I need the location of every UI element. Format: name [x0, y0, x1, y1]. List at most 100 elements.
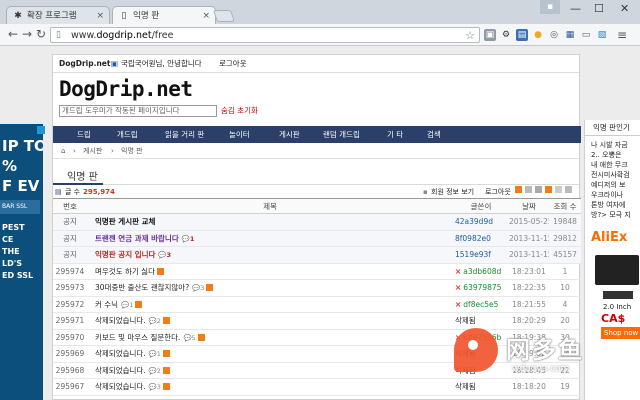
table-row[interactable]: 공지 익명판 공지 입니다 💬3 1519e93f 2013-11-15 45157: [53, 246, 581, 264]
comment-count[interactable]: 💬3: [149, 383, 161, 391]
extension-icon-5[interactable]: ▦: [564, 29, 576, 41]
post-title[interactable]: 익명판 공지 입니다: [95, 250, 155, 259]
comment-count[interactable]: 💬2: [149, 317, 161, 325]
logout-link-small[interactable]: 로그아웃: [485, 186, 511, 198]
table-row[interactable]: 295974 며우것도 하기 싫다 × a3db608d 18:23:01 1: [53, 263, 581, 280]
extension-icon-7[interactable]: ▧: [596, 29, 608, 41]
menu-item-random[interactable]: 랜덤 개드립: [323, 126, 360, 143]
post-title[interactable]: 30대중반 출산도 괜찮지않아?: [95, 283, 189, 292]
post-subject[interactable]: 익명판 게시판 교체: [87, 213, 453, 231]
menu-item-board[interactable]: 게시판: [279, 126, 300, 143]
post-subject[interactable]: 30대중반 출산도 괜찮지않아? 💬3: [87, 279, 453, 297]
comment-count[interactable]: 💬5: [183, 334, 195, 342]
drip-helper-field[interactable]: 개드립 도우미가 작동된 페이지입니다: [59, 105, 217, 117]
menu-item-gaedrip[interactable]: 개드립: [117, 126, 138, 143]
extension-icon-6[interactable]: ▭: [580, 29, 592, 41]
post-title[interactable]: 익명판 게시판 교체: [95, 217, 155, 226]
rss-icon[interactable]: [515, 186, 522, 193]
comment-count[interactable]: 💬2: [149, 367, 161, 375]
breadcrumb-current[interactable]: 익명 판: [121, 143, 143, 159]
popular-item[interactable]: 우크라이나: [585, 190, 640, 200]
window-close-icon[interactable]: ✕: [620, 2, 629, 15]
post-subject[interactable]: 며우것도 하기 싫다: [87, 263, 453, 280]
view-icon-3[interactable]: [565, 186, 572, 193]
breadcrumb-board[interactable]: 게시판: [83, 143, 102, 159]
tag-icon[interactable]: [525, 186, 532, 193]
rss-icon-2[interactable]: [545, 186, 552, 193]
popular-item[interactable]: 내 애한 무크: [585, 160, 640, 170]
extension-icon-4[interactable]: ◎: [548, 29, 560, 41]
col-date[interactable]: 날짜: [509, 198, 549, 214]
ad-product-image[interactable]: [595, 255, 639, 285]
comment-count[interactable]: 💬3: [192, 284, 204, 292]
post-title[interactable]: 커 수닉: [95, 300, 118, 309]
comment-count[interactable]: 💬1: [121, 301, 133, 309]
post-subject[interactable]: 익명판 공지 입니다 💬3: [87, 246, 453, 264]
member-info-link[interactable]: 회원 정보 보기: [431, 186, 474, 198]
post-subject[interactable]: 키보드 및 마우스 질문한다. 💬5: [87, 329, 453, 346]
popular-item[interactable]: 방?> 모극 지: [585, 210, 640, 220]
back-icon[interactable]: ←: [8, 27, 18, 41]
post-title[interactable]: 삭제되었습니다.: [95, 366, 146, 375]
post-subject[interactable]: 삭제되었습니다. 💬2: [87, 312, 453, 330]
forward-icon[interactable]: →: [22, 27, 32, 41]
author-name[interactable]: 42a39d9d: [455, 217, 493, 226]
author-name[interactable]: 1519e93f: [455, 250, 491, 259]
page-info-icon[interactable]: ▯: [56, 30, 61, 40]
reload-icon[interactable]: ↻: [36, 27, 46, 41]
post-subject[interactable]: 커 수닉 💬1: [87, 296, 453, 313]
popular-item[interactable]: 나 시발 자금: [585, 140, 640, 150]
table-row[interactable]: 공지 익명판 게시판 교체 42a39d9d 2015-05-25 19848: [53, 213, 581, 231]
post-title[interactable]: 삭제되었습니다.: [95, 349, 146, 358]
menu-item-drip[interactable]: 드립: [77, 126, 91, 143]
comment-count[interactable]: 💬3: [158, 251, 171, 259]
extension-icon-3[interactable]: ●: [532, 29, 544, 41]
ad-brand[interactable]: AliEx: [585, 230, 640, 245]
post-subject[interactable]: 삭제되었습니다. 💬2: [87, 362, 453, 379]
home-link[interactable]: DogDrip.net: [59, 55, 110, 73]
home-icon[interactable]: ⌂: [61, 143, 65, 159]
extension-icon-2[interactable]: ▤: [516, 29, 528, 41]
post-author[interactable]: 8f0982e0: [453, 230, 509, 247]
author-name[interactable]: 63979875: [463, 283, 501, 292]
tab-extensions[interactable]: ✱ 확장 프로그램 ×: [6, 6, 110, 24]
left-ad-banner[interactable]: IP TO % F EV BAR SSL PEST CE THE LD'S ED…: [0, 124, 43, 400]
close-icon[interactable]: ×: [96, 7, 104, 25]
post-subject[interactable]: 삭제되었습니다. 💬1: [87, 345, 453, 363]
address-bar[interactable]: ▯ www.dogdrip.net/free ☆: [50, 27, 480, 43]
profile-icon[interactable]: ▪: [540, 0, 560, 14]
post-title[interactable]: 키보드 및 마우스 질문한다.: [95, 333, 180, 342]
popular-item[interactable]: 2.. 오뽕은: [585, 150, 640, 160]
view-icon[interactable]: [535, 186, 542, 193]
ad-product-image-2[interactable]: [603, 291, 633, 299]
logout-link[interactable]: 로그아웃: [219, 55, 247, 73]
post-title[interactable]: 며우것도 하기 싫다: [95, 267, 155, 276]
new-tab-button[interactable]: [212, 10, 236, 22]
popular-item[interactable]: 톤방 여자에: [585, 200, 640, 210]
col-views[interactable]: 조회 수: [549, 198, 581, 214]
site-logo[interactable]: DogDrip.net: [59, 77, 193, 101]
popular-item[interactable]: 예디저의 보: [585, 180, 640, 190]
comment-count[interactable]: 💬1: [149, 350, 161, 358]
adchoices-icon[interactable]: [37, 126, 45, 134]
menu-item-search[interactable]: 검색: [427, 126, 441, 143]
table-row[interactable]: 295973 30대중반 출산도 괜찮지않아? 💬3 × 63979875 18:22:3…: [53, 279, 581, 297]
post-author[interactable]: × a3db608d: [453, 263, 509, 280]
extension-icon-1[interactable]: ▣: [484, 29, 496, 41]
post-author[interactable]: × 63979875: [453, 279, 509, 297]
maximize-icon[interactable]: ☐: [594, 2, 604, 15]
hide-reset-link[interactable]: 숨김 초기화: [221, 105, 258, 117]
table-row[interactable]: 공지 트랜젠 연금 과제 바랍니다 💬1 8f0982e0 2013-11-15 2981…: [53, 230, 581, 247]
post-subject[interactable]: 삭제되었습니다. 💬3: [87, 378, 453, 396]
post-subject[interactable]: 트랜젠 연금 과제 바랍니다 💬1: [87, 230, 453, 247]
author-name[interactable]: a3db608d: [463, 267, 501, 276]
comment-count[interactable]: 💬1: [182, 235, 195, 243]
menu-item-etc[interactable]: 기 타: [387, 126, 403, 143]
menu-item-reading[interactable]: 읽을 거리 판: [165, 126, 204, 143]
post-author[interactable]: 1519e93f: [453, 246, 509, 264]
post-title[interactable]: 삭제되었습니다.: [95, 316, 146, 325]
post-title[interactable]: 삭제되었습니다.: [95, 382, 146, 391]
view-icon-2[interactable]: [555, 186, 562, 193]
post-title[interactable]: 트랜젠 연금 과제 바랍니다: [95, 234, 179, 243]
close-icon[interactable]: ×: [202, 7, 210, 25]
